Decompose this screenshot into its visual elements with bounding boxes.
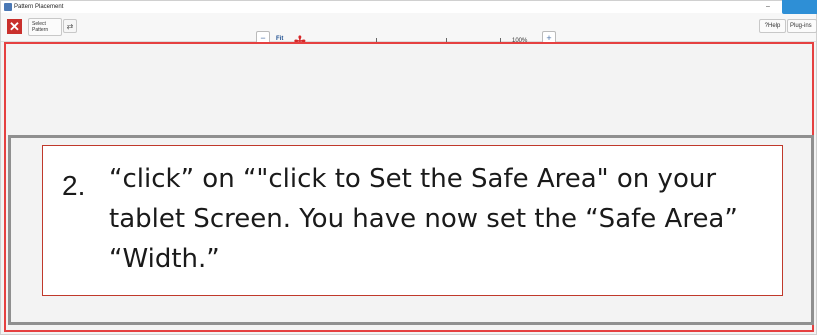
pattern-icon[interactable]: ⇄ (63, 19, 77, 33)
app-icon (4, 3, 12, 11)
minimize-button[interactable]: – (766, 1, 770, 13)
accent-tab (782, 0, 817, 14)
step-number: 2. (62, 170, 86, 201)
title-bar: Pattern Placement – ❐ ✕ (1, 1, 816, 13)
window-title: Pattern Placement (14, 4, 64, 10)
select-pattern-button[interactable]: Select Pattern (28, 18, 62, 36)
close-pattern-button[interactable]: ✕ (7, 19, 22, 34)
instruction-text: “click” on “"click to Set the Safe Area"… (109, 164, 738, 274)
plugins-button[interactable]: Plug-ins (787, 19, 817, 33)
toolbar: ✕ Select Pattern ⇄ − Fit ✢ 100% + ?Help … (1, 13, 817, 48)
help-button[interactable]: ?Help (759, 19, 786, 33)
instruction-callout: 2. “click” on “"click to Set the Safe Ar… (42, 145, 783, 296)
pattern-placement-window: Pattern Placement – ❐ ✕ ✕ Select Pattern… (0, 0, 817, 335)
select-pattern-label: Select Pattern (32, 21, 49, 33)
